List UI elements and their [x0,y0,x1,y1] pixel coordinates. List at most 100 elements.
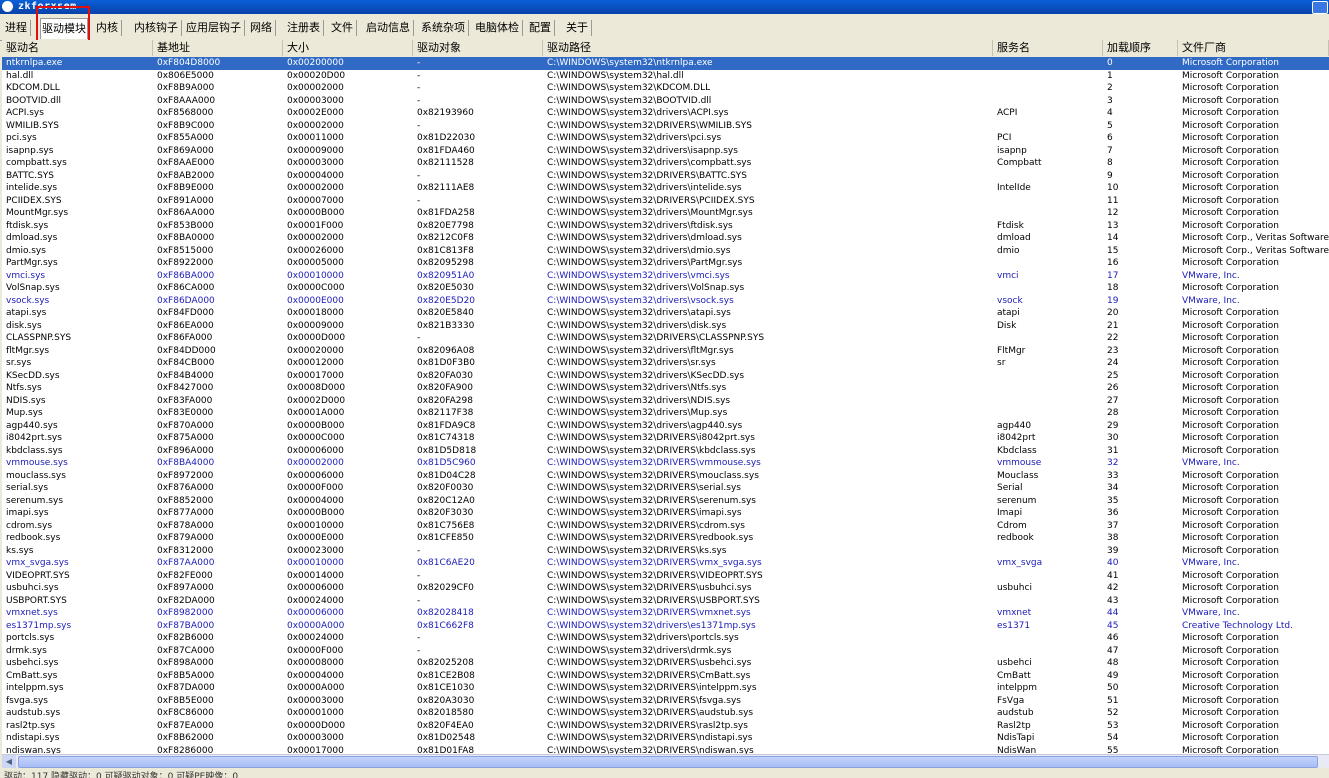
table-row[interactable]: usbehci.sys 0xF898A000 0x00008000 0x8202520… [2,657,1329,670]
scrollbar-thumb[interactable] [18,756,1318,768]
table-row[interactable]: intelide.sys 0xF8B9E000 0x00002000 0x82111A… [2,182,1329,195]
table-row[interactable]: VIDEOPRT.SYS 0xF82FE000 0x00014000 - C:\WIND… [2,570,1329,583]
table-row[interactable]: CmBatt.sys 0xF8B5A000 0x00004000 0x81CE2B08… [2,670,1329,683]
table-cell: Disk [997,320,1017,331]
table-cell: 0x0000F000 [287,645,344,656]
column-header-3[interactable]: 驱动对象 [413,40,543,56]
column-header-5[interactable]: 服务名 [993,40,1103,56]
tab-6[interactable]: 注册表 [286,19,324,37]
column-header-0[interactable]: 驱动名 [2,40,153,56]
tab-12[interactable]: 关于 [565,19,592,37]
table-row[interactable]: cdrom.sys 0xF878A000 0x00010000 0x81C756E8 C… [2,520,1329,533]
table-row[interactable]: es1371mp.sys 0xF87BA000 0x0000A000 0x81C662… [2,620,1329,633]
table-cell: es1371 [997,620,1031,631]
table-row[interactable]: BOOTVID.dll 0xF8AAA000 0x00003000 - C:\WINDO… [2,95,1329,108]
table-cell: 0x82193960 [417,108,474,118]
table-row[interactable]: isapnp.sys 0xF869A000 0x00009000 0x81FDA460… [2,145,1329,158]
column-header-4[interactable]: 驱动路径 [543,40,993,56]
table-row[interactable]: redbook.sys 0xF879A000 0x0000E000 0x81CFE85… [2,532,1329,545]
tab-9[interactable]: 系统杂项 [420,19,469,37]
table-row[interactable]: USBPORT.SYS 0xF82DA000 0x00024000 - C:\WINDO… [2,595,1329,608]
table-row[interactable]: vmmouse.sys 0xF8BA4000 0x00002000 0x81D5C96… [2,457,1329,470]
table-cell: 0x821B3330 [417,320,475,331]
table-row[interactable]: serenum.sys 0xF8852000 0x00004000 0x820C12A… [2,495,1329,508]
table-row[interactable]: dmio.sys 0xF8515000 0x00026000 0x81C813F8 C:… [2,245,1329,258]
tab-8[interactable]: 启动信息 [365,19,414,37]
table-cell: 0x00003000 [287,95,344,106]
table-cell: agp440.sys [6,420,58,431]
tab-4[interactable]: 应用层钩子 [185,19,245,37]
table-row[interactable]: vmx_svga.sys 0xF87AA000 0x00010000 0x81C6AE… [2,557,1329,570]
table-row[interactable]: intelppm.sys 0xF87DA000 0x0000A000 0x81CE10… [2,682,1329,695]
table-row[interactable]: ftdisk.sys 0xF853B000 0x0001F000 0x820E7798… [2,220,1329,233]
table-row[interactable]: pci.sys 0xF855A000 0x00011000 0x81D22030 C:\… [2,132,1329,145]
table-row[interactable]: MountMgr.sys 0xF86AA000 0x0000B000 0x81FDA2… [2,207,1329,220]
table-row[interactable]: serial.sys 0xF876A000 0x0000F000 0x820F0030… [2,482,1329,495]
table-row[interactable]: KDCOM.DLL 0xF8B9A000 0x00002000 - C:\WINDOWS… [2,82,1329,95]
table-cell: Microsoft Corporation [1182,283,1279,293]
table-row[interactable]: Mup.sys 0xF83E0000 0x0001A000 0x82117F38 C:\… [2,407,1329,420]
tab-11[interactable]: 配置 [528,19,555,37]
table-row[interactable]: agp440.sys 0xF870A000 0x0000B000 0x81FDA9C8… [2,420,1329,433]
table-row[interactable]: vsock.sys 0xF86DA000 0x0000E000 0x820E5D20 C… [2,295,1329,308]
tab-0[interactable]: 进程 [4,19,31,37]
scroll-left-icon[interactable]: ◀ [2,755,16,769]
table-row[interactable]: PCIIDEX.SYS 0xF891A000 0x00007000 - C:\WINDO… [2,195,1329,208]
table-row[interactable]: NDIS.sys 0xF83FA000 0x0002D000 0x820FA298 C:… [2,395,1329,408]
table-row[interactable]: PartMgr.sys 0xF8922000 0x00005000 0x8209529… [2,257,1329,270]
table-cell: 46 [1107,633,1119,643]
table-row[interactable]: rasl2tp.sys 0xF87EA000 0x0000D000 0x820F4EA… [2,720,1329,733]
table-row[interactable]: sr.sys 0xF84CB000 0x00012000 0x81D0F3B0 C:\W… [2,357,1329,370]
horizontal-scrollbar[interactable]: ◀ [2,754,1329,769]
table-row[interactable]: kbdclass.sys 0xF896A000 0x00006000 0x81D5D8… [2,445,1329,458]
table-row[interactable]: ntkrnlpa.exe 0xF804D8000 0x00200000 - C:\WIN… [2,57,1329,70]
table-row[interactable]: mouclass.sys 0xF8972000 0x00006000 0x81D04C… [2,470,1329,483]
table-row[interactable]: imapi.sys 0xF877A000 0x0000B000 0x820F3030 C… [2,507,1329,520]
table-row[interactable]: ks.sys 0xF8312000 0x00023000 - C:\WINDOWS\sy… [2,545,1329,558]
table-cell: Microsoft Corporation [1182,683,1279,693]
table-row[interactable]: vmci.sys 0xF86BA000 0x00010000 0x820951A0 C:… [2,270,1329,283]
column-header-6[interactable]: 加载顺序 [1103,40,1178,56]
table-row[interactable]: compbatt.sys 0xF8AAE000 0x00003000 0x821115… [2,157,1329,170]
table-cell: C:\WINDOWS\system32\drivers\MountMgr.sys [547,208,753,218]
table-row[interactable]: portcls.sys 0xF82B6000 0x00024000 - C:\WINDO… [2,632,1329,645]
table-cell: 0x00006000 [287,583,344,593]
table-cell: KSecDD.sys [6,370,60,381]
table-row[interactable]: BATTC.SYS 0xF8AB2000 0x00004000 - C:\WINDOWS… [2,170,1329,183]
table-row[interactable]: KSecDD.sys 0xF84B4000 0x00017000 0x820FA030… [2,370,1329,383]
table-row[interactable]: fsvga.sys 0xF8B5E000 0x00003000 0x820A3030 C… [2,695,1329,708]
column-header-2[interactable]: 大小 [283,40,413,56]
table-row[interactable]: drmk.sys 0xF87CA000 0x0000F000 - C:\WINDOWS\… [2,645,1329,658]
column-header-7[interactable]: 文件厂商 [1178,40,1329,56]
table-row[interactable]: Ntfs.sys 0xF8427000 0x0008D000 0x820FA900 C:… [2,382,1329,395]
table-row[interactable]: fltMgr.sys 0xF84DD000 0x00020000 0x82096A08… [2,345,1329,358]
table-row[interactable]: WMILIB.SYS 0xF8B9C000 0x00002000 - C:\WINDOW… [2,120,1329,133]
table-cell: C:\WINDOWS\system32\drivers\atapi.sys [547,308,731,318]
column-header-1[interactable]: 基地址 [153,40,283,56]
tab-2[interactable]: 内核 [95,19,122,37]
table-row[interactable]: hal.dll 0x806E5000 0x00020D00 - C:\WINDOWS\s… [2,70,1329,83]
tab-5[interactable]: 网络 [249,19,276,37]
table-cell: 43 [1107,595,1119,606]
table-cell: 15 [1107,245,1119,256]
table-row[interactable]: vmxnet.sys 0xF8982000 0x00006000 0x82028418… [2,607,1329,620]
table-row[interactable]: i8042prt.sys 0xF875A000 0x0000C000 0x81C743… [2,432,1329,445]
table-cell: 0x00002000 [287,120,344,131]
close-icon[interactable] [1312,1,1328,14]
tab-7[interactable]: 文件 [330,19,357,37]
table-row[interactable]: dmload.sys 0xF8BA0000 0x00002000 0x8212C0F8… [2,232,1329,245]
table-row[interactable]: ndistapi.sys 0xF8B62000 0x00003000 0x81D025… [2,732,1329,745]
table-cell: Microsoft Corporation [1182,308,1279,318]
table-row[interactable]: ndiswan.sys 0xF8286000 0x00017000 0x81D01FA… [2,745,1329,755]
table-row[interactable]: CLASSPNP.SYS 0xF86FA000 0x0000D000 - C:\WIND… [2,332,1329,345]
tab-3[interactable]: 内核钩子 [133,19,182,37]
table-row[interactable]: atapi.sys 0xF84FD000 0x00018000 0x820E5840 C… [2,307,1329,320]
table-row[interactable]: usbuhci.sys 0xF897A000 0x00006000 0x82029CF… [2,582,1329,595]
table-row[interactable]: ACPI.sys 0xF8568000 0x0002E000 0x82193960 C:… [2,107,1329,120]
tab-10[interactable]: 电脑体检 [474,19,523,37]
table-row[interactable]: audstub.sys 0xF8C86000 0x00001000 0x8201858… [2,707,1329,720]
table-cell: C:\WINDOWS\system32\DRIVERS\serial.sys [547,483,742,493]
table-row[interactable]: VolSnap.sys 0xF86CA000 0x0000C000 0x820E503… [2,282,1329,295]
table-row[interactable]: disk.sys 0xF86EA000 0x00009000 0x821B3330 C:… [2,320,1329,333]
table-cell: 0x0000A000 [287,620,345,631]
